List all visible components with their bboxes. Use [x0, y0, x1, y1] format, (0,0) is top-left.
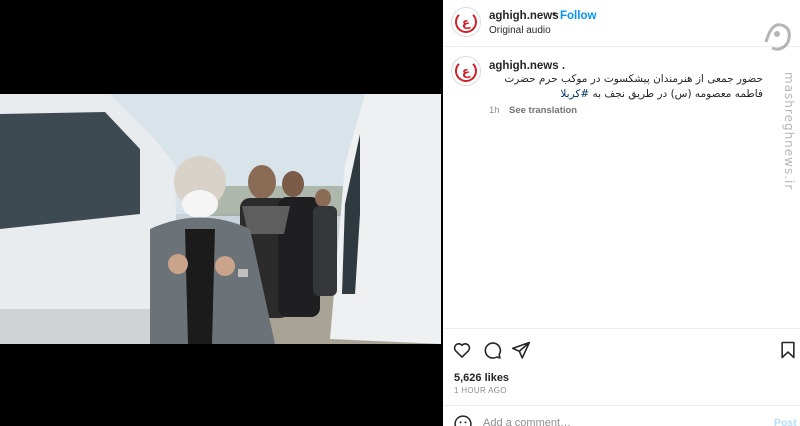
- divider: [443, 405, 800, 406]
- caption-time: 1h: [489, 105, 500, 116]
- divider: [443, 46, 800, 47]
- comment-bubble-icon[interactable]: [482, 340, 502, 360]
- caption-avatar[interactable]: ع: [451, 56, 481, 86]
- paper-plane-icon[interactable]: [511, 340, 531, 360]
- video-player[interactable]: [0, 94, 441, 344]
- caption-hashtag[interactable]: #کربلا: [560, 88, 589, 100]
- post-panel: ع aghigh.news • Follow Original audio ع …: [443, 0, 800, 426]
- see-translation-button[interactable]: See translation: [509, 105, 577, 116]
- author-avatar[interactable]: ع: [451, 7, 481, 37]
- audio-label[interactable]: Original audio: [489, 25, 551, 36]
- smiley-icon[interactable]: [453, 414, 473, 426]
- header-separator: •: [552, 9, 557, 21]
- caption-text: حضور جمعی از هنرمندان پیشکسوت در موکب حر…: [489, 72, 763, 102]
- follow-button[interactable]: Follow: [560, 10, 596, 22]
- watermark-logo: [764, 23, 791, 51]
- caption-username[interactable]: aghigh.news .: [489, 60, 565, 72]
- author-username[interactable]: aghigh.news: [489, 10, 559, 22]
- caption-body: حضور جمعی از هنرمندان پیشکسوت در موکب حر…: [504, 73, 763, 100]
- post-timestamp: 1 HOUR AGO: [454, 386, 507, 395]
- comment-input[interactable]: [483, 414, 753, 426]
- likes-count[interactable]: 5,626 likes: [454, 372, 509, 384]
- post-comment-button[interactable]: Post: [774, 417, 797, 426]
- divider: [443, 328, 800, 329]
- video-frame: [0, 94, 441, 344]
- heart-icon[interactable]: [452, 340, 472, 360]
- bookmark-icon[interactable]: [778, 340, 798, 360]
- post-media: [0, 0, 443, 426]
